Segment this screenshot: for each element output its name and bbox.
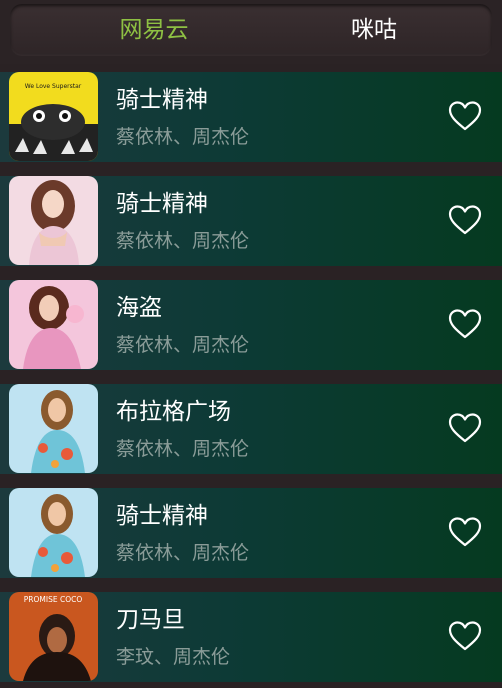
song-title: 海盗 — [116, 295, 162, 321]
song-artist: 蔡依林、周杰伦 — [116, 542, 250, 564]
song-row[interactable]: 骑士精神 蔡依林、周杰伦 — [0, 480, 502, 584]
song-row[interactable]: 海盗 蔡依林、周杰伦 — [0, 272, 502, 376]
heart-outline-icon[interactable] — [447, 516, 483, 548]
song-artist: 蔡依林、周杰伦 — [116, 230, 250, 252]
album-cover — [9, 280, 98, 369]
song-row[interactable]: 布拉格广场 蔡依林、周杰伦 — [0, 376, 502, 480]
cover-text: PROMISE COCO — [24, 595, 83, 604]
song-title: 骑士精神 — [116, 191, 208, 217]
song-artist: 蔡依林、周杰伦 — [116, 438, 250, 460]
heart-outline-icon[interactable] — [447, 412, 483, 444]
heart-outline-icon[interactable] — [447, 204, 483, 236]
album-cover: We Love Superstar — [9, 72, 98, 161]
song-title: 布拉格广场 — [116, 399, 231, 425]
top-bar: 网易云 咪咕 — [0, 0, 502, 64]
album-cover — [9, 384, 98, 473]
tab-migu[interactable]: 咪咕 — [274, 4, 474, 56]
song-artist: 蔡依林、周杰伦 — [116, 126, 250, 148]
song-artist: 蔡依林、周杰伦 — [116, 334, 250, 356]
song-artist: 李玟、周杰伦 — [116, 646, 231, 668]
song-title: 刀马旦 — [116, 607, 185, 633]
album-cover — [9, 176, 98, 265]
song-title: 骑士精神 — [116, 503, 208, 529]
source-tabs: 网易云 咪咕 — [10, 4, 492, 56]
tab-netease[interactable]: 网易云 — [54, 4, 254, 56]
album-cover: PROMISE COCO — [9, 592, 98, 681]
heart-outline-icon[interactable] — [447, 100, 483, 132]
song-row[interactable]: We Love Superstar 骑士精神 蔡依林、周杰伦 — [0, 64, 502, 168]
song-row[interactable]: PROMISE COCO 刀马旦 李玟、周杰伦 — [0, 584, 502, 688]
song-title: 骑士精神 — [116, 87, 208, 113]
heart-outline-icon[interactable] — [447, 308, 483, 340]
cover-text: We Love Superstar — [25, 83, 82, 90]
album-cover — [9, 488, 98, 577]
song-row[interactable]: 骑士精神 蔡依林、周杰伦 — [0, 168, 502, 272]
heart-outline-icon[interactable] — [447, 620, 483, 652]
